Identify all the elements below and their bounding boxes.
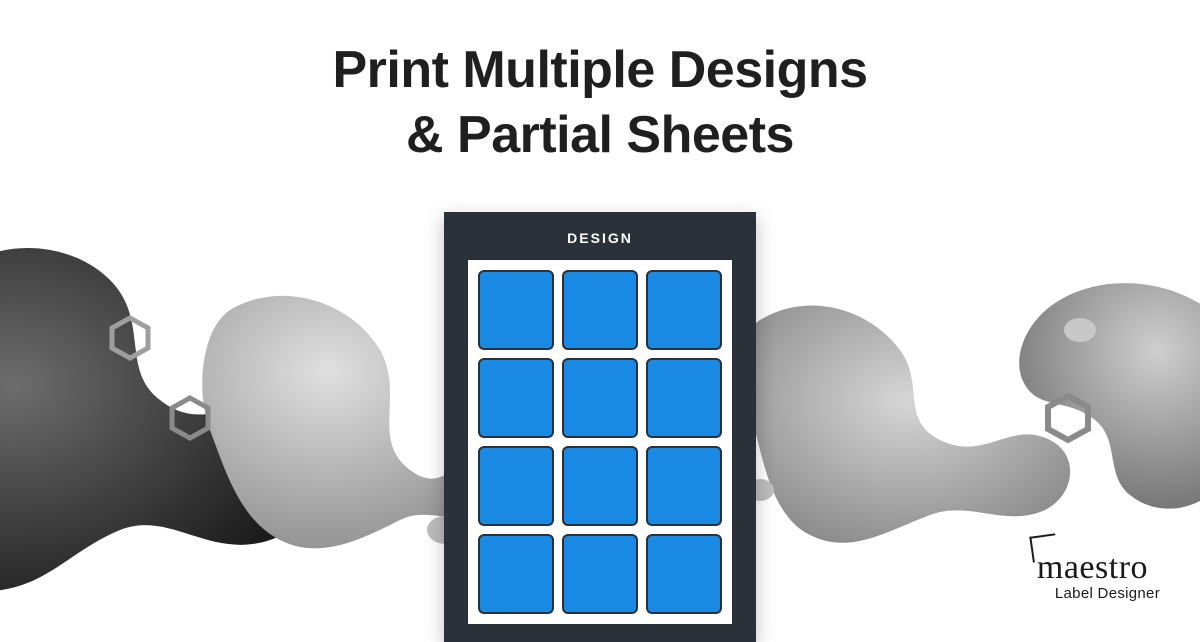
label-cell (562, 358, 638, 438)
page-heading: Print Multiple Designs & Partial Sheets (0, 38, 1200, 168)
brand-tagline: Label Designer (1037, 585, 1160, 602)
brand-name: maestro (1037, 549, 1160, 587)
heading-line-1: Print Multiple Designs (0, 38, 1200, 103)
brand-corner-mark-icon (1029, 533, 1058, 562)
label-cell (478, 358, 554, 438)
blob-right-light (743, 306, 1070, 543)
design-panel: DESIGN (444, 212, 756, 642)
label-cell (646, 446, 722, 526)
blob-dot (1064, 318, 1096, 342)
label-cell (646, 358, 722, 438)
label-cell (646, 270, 722, 350)
heading-line-2: & Partial Sheets (0, 103, 1200, 168)
label-cell (562, 270, 638, 350)
label-sheet (468, 260, 732, 624)
label-cell (562, 534, 638, 614)
brand-logo: maestro Label Designer (1037, 549, 1160, 602)
label-cell (646, 534, 722, 614)
panel-title: DESIGN (444, 212, 756, 260)
label-cell (478, 446, 554, 526)
label-cell (562, 446, 638, 526)
label-cell (478, 534, 554, 614)
label-cell (478, 270, 554, 350)
